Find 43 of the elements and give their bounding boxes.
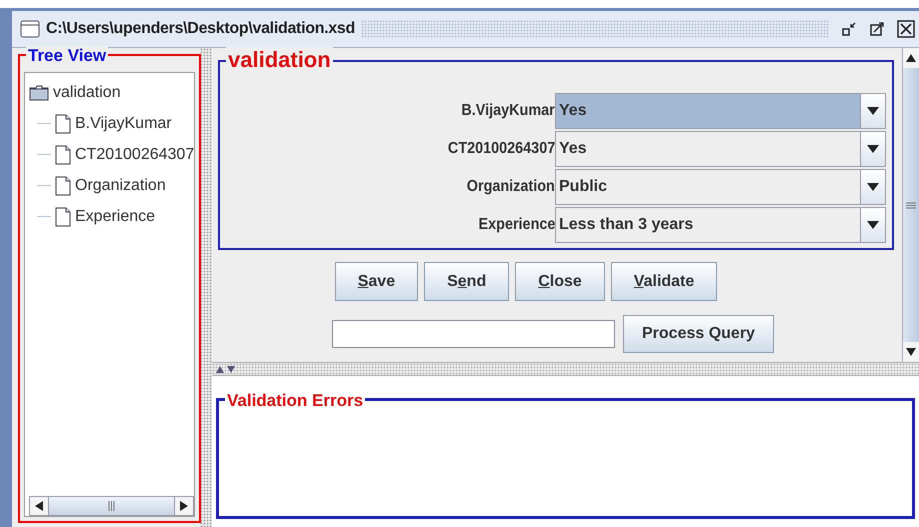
window-icon	[20, 20, 40, 38]
dropdown[interactable]: Yes	[555, 131, 886, 167]
right-arrow-icon	[180, 501, 188, 511]
action-button[interactable]: Close	[515, 262, 605, 301]
process-query-button[interactable]: Process Query	[623, 315, 774, 353]
tree-item[interactable]: Organization	[75, 176, 166, 194]
dropdown[interactable]: Public	[555, 169, 886, 205]
action-button[interactable]: Send	[424, 262, 510, 301]
file-icon	[55, 176, 71, 196]
dropdown[interactable]: Yes	[555, 93, 886, 129]
field-label: CT20100264307	[448, 140, 555, 158]
field-label: B.VijayKumar	[462, 102, 555, 120]
minimize-icon[interactable]	[841, 21, 857, 37]
caret-icon	[867, 183, 879, 191]
tree-item[interactable]: CT20100264307	[75, 146, 194, 164]
vertical-scrollbar[interactable]	[902, 48, 919, 362]
field-label: Experience	[478, 216, 555, 234]
caret-icon	[867, 145, 879, 153]
horizontal-scrollbar[interactable]	[29, 496, 194, 516]
window-title: C:\Users\upenders\Desktop\validation.xsd	[46, 20, 355, 38]
dropdown[interactable]: Less than 3 years	[555, 207, 886, 243]
collapse-arrows-icon[interactable]	[216, 366, 236, 372]
up-arrow-icon	[906, 54, 916, 62]
tree-item[interactable]: validation	[53, 84, 121, 102]
folder-icon	[29, 84, 49, 100]
query-field[interactable]	[332, 320, 615, 348]
caret-icon	[867, 107, 879, 115]
close-icon[interactable]	[897, 20, 915, 38]
maximize-icon[interactable]	[869, 21, 885, 37]
file-icon	[55, 144, 71, 164]
action-button[interactable]: Save	[334, 262, 418, 301]
file-icon	[55, 114, 71, 134]
file-icon	[55, 206, 71, 226]
field-label: Organization	[467, 178, 555, 196]
tree-item[interactable]: B.VijayKumar	[75, 114, 172, 132]
action-button[interactable]: Validate	[610, 262, 718, 301]
tree-item[interactable]: Experience	[75, 208, 156, 226]
caret-icon	[867, 221, 879, 229]
splitter[interactable]	[200, 48, 212, 527]
down-arrow-icon	[906, 348, 916, 356]
grip-icon	[108, 501, 116, 511]
grip-icon	[906, 202, 916, 208]
left-arrow-icon	[35, 501, 43, 511]
